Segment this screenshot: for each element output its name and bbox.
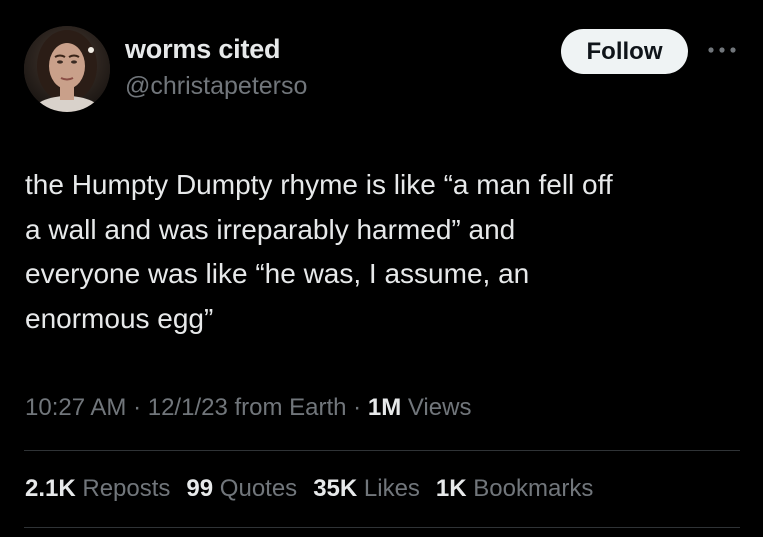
user-handle[interactable]: @christapeterso	[125, 72, 307, 101]
tweet-source: from Earth	[227, 394, 347, 421]
engagement-stats: 2.1K Reposts 99 Quotes 35K Likes 1K Book…	[25, 475, 593, 503]
tweet-line: enormous egg”	[25, 302, 214, 334]
bookmarks-label: Bookmarks	[473, 475, 594, 502]
quotes-label: Quotes	[219, 475, 298, 502]
avatar[interactable]	[24, 26, 110, 112]
reposts-count: 2.1K	[25, 475, 76, 502]
tweet-meta: 10:27 AM · 12/1/23 from Earth · 1M Views	[25, 394, 471, 422]
quotes-count: 99	[186, 475, 214, 502]
tweet-line: the Humpty Dumpty rhyme is like “a man f…	[25, 169, 613, 200]
divider	[24, 450, 740, 451]
tweet-line: a wall and was irreparably harmed” and	[25, 213, 516, 245]
views-label: Views	[401, 394, 472, 421]
meta-separator: ·	[346, 394, 368, 421]
likes-label: Likes	[363, 475, 420, 502]
views-count: 1M	[367, 394, 402, 421]
reposts-label: Reposts	[82, 475, 171, 502]
follow-button[interactable]: Follow	[561, 29, 688, 74]
divider	[24, 527, 740, 528]
display-name[interactable]: worms cited	[125, 34, 281, 65]
meta-separator: ·	[126, 394, 148, 421]
tweet-card: worms cited @christapeterso Follow the H…	[0, 0, 763, 537]
quotes-stat[interactable]: 99 Quotes	[186, 475, 297, 503]
reposts-stat[interactable]: 2.1K Reposts	[25, 475, 170, 503]
bookmarks-stat[interactable]: 1K Bookmarks	[436, 475, 593, 503]
likes-stat[interactable]: 35K Likes	[313, 475, 420, 503]
tweet-line: everyone was like “he was, I assume, an	[25, 258, 530, 289]
likes-count: 35K	[313, 475, 358, 502]
tweet-text: the Humpty Dumpty rhyme is like “a man f…	[25, 163, 745, 341]
more-options-icon[interactable]	[707, 42, 737, 58]
tweet-date[interactable]: 12/1/23	[148, 394, 228, 421]
bookmarks-count: 1K	[435, 475, 467, 502]
tweet-time[interactable]: 10:27 AM	[25, 394, 126, 421]
